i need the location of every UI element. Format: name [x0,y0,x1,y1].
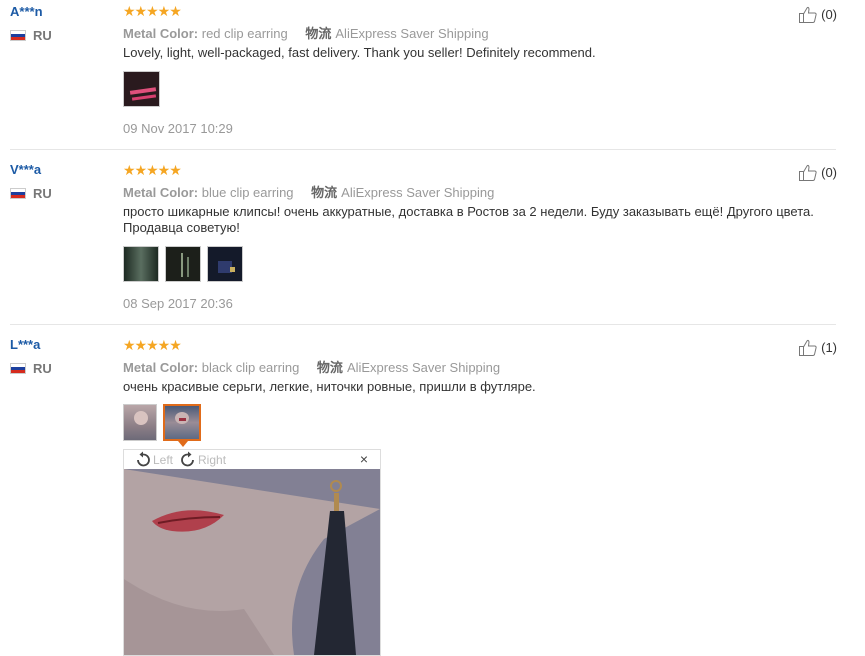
review-attributes: Metal Color: black clip earring 物流 AliExp… [123,360,501,375]
reviewer-name[interactable]: V***a [10,162,41,177]
review-attributes: Metal Color: red clip earring 物流 AliExpre… [123,26,489,41]
rotate-left-button[interactable]: Left [134,451,173,469]
photo-viewer: Left Right × [123,449,381,656]
helpful-button[interactable]: (0) [799,164,837,181]
thumbs-up-icon [799,339,817,356]
close-icon[interactable]: × [360,451,368,467]
reviewer-name[interactable]: A***n [10,4,43,19]
review-photo-thumb[interactable] [207,246,243,282]
review-attributes: Metal Color: blue clip earring 物流 AliExpr… [123,185,495,200]
rotate-right-icon [181,451,194,466]
russia-flag-icon [10,363,26,374]
thumbs-up-icon [799,164,817,181]
rotate-left-icon [137,451,150,466]
review-photos [123,246,243,282]
reviewer-name[interactable]: L***a [10,337,40,352]
enlarged-review-photo [124,469,380,655]
helpful-button[interactable]: (1) [799,339,837,356]
star-rating: ★★★★★ [123,337,182,353]
star-rating: ★★★★★ [123,3,182,19]
rotate-right-button[interactable]: Right [179,451,226,469]
reviewer-country: RU [10,28,52,43]
review-photo-thumb[interactable] [165,246,201,282]
review-divider [10,324,836,325]
enlarged-photo-art [124,469,380,655]
selected-thumb-caret [178,441,188,447]
photo-viewer-toolbar: Left Right × [124,450,380,469]
review-photo-thumb[interactable] [123,404,157,441]
review-text: Lovely, light, well-packaged, fast deliv… [123,45,596,60]
review-date: 09 Nov 2017 10:29 [123,121,233,136]
star-rating: ★★★★★ [123,162,182,178]
review-text: просто шикарные клипсы! очень аккуратные… [123,204,814,235]
russia-flag-icon [10,30,26,41]
reviewer-country: RU [10,186,52,201]
review-photo-thumb[interactable] [123,246,159,282]
review-date: 08 Sep 2017 20:36 [123,296,233,311]
review-text: очень красивые серьги, легкие, ниточки р… [123,379,536,394]
review-photos [123,404,201,441]
review-photo-thumb-selected[interactable] [163,404,201,441]
review-photo-thumb[interactable] [123,71,160,107]
helpful-button[interactable]: (0) [799,6,837,23]
reviewer-country: RU [10,361,52,376]
thumbs-up-icon [799,6,817,23]
review-photos [123,71,160,107]
review-divider [10,149,836,150]
russia-flag-icon [10,188,26,199]
